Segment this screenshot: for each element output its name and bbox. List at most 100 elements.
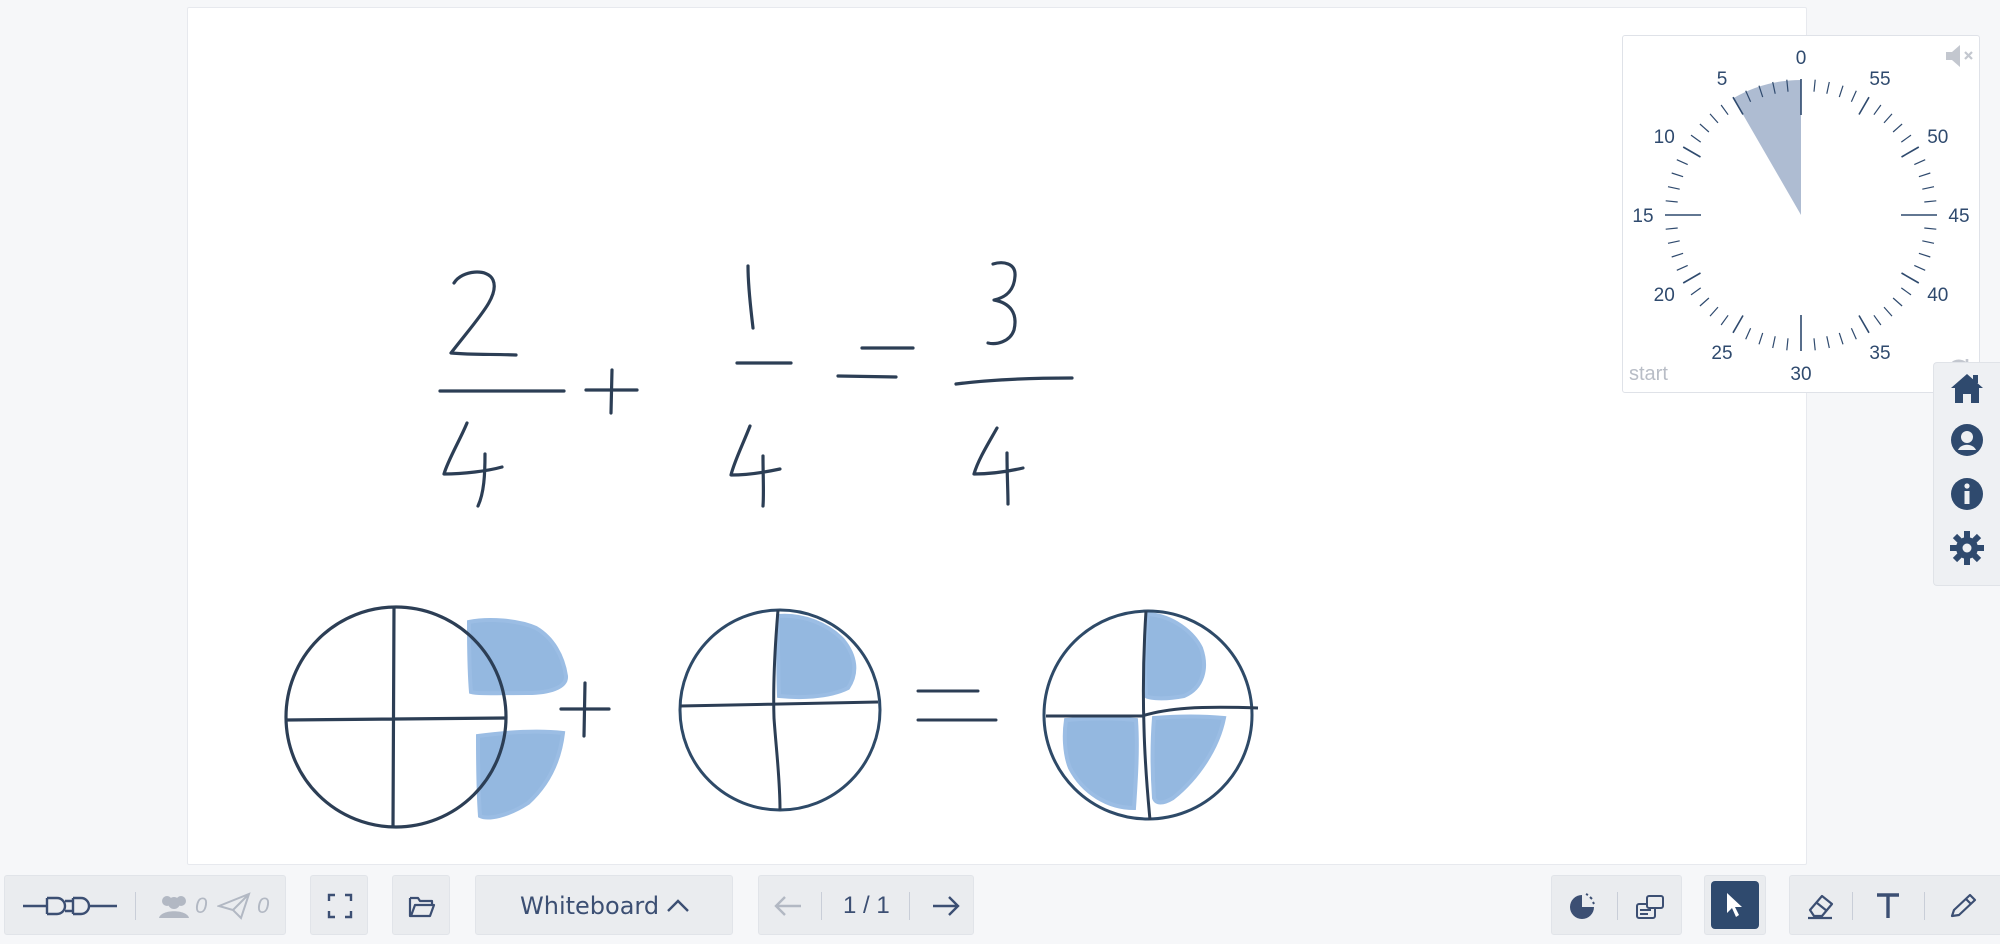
timer-tick [1914,159,1926,166]
circle-diagram-2 [678,608,882,812]
user-icon[interactable] [1948,421,1986,459]
cards-icon[interactable] [1634,891,1666,923]
timer-tick [1699,297,1710,307]
timer-start-button[interactable]: start [1629,363,1668,386]
timer-tick [1682,272,1701,284]
whiteboard-canvas[interactable]: 0 55 50 45 40 35 30 25 20 15 10 5 start [187,7,1980,865]
timer-tick [1858,96,1870,115]
timer-tick [1813,338,1816,351]
timer-tick [1892,123,1903,133]
timer-dial-label: 50 [1927,127,1948,148]
plus-sign-1 [584,368,639,415]
side-navigation [1933,362,2000,586]
timer-dial-label: 30 [1790,364,1811,385]
digit-4-b [729,424,782,508]
fullscreen-button[interactable] [310,875,368,935]
timer-dial[interactable]: 0 55 50 45 40 35 30 25 20 15 10 5 [1623,36,1981,394]
timer-tick [1924,227,1937,230]
timer-tick [1918,252,1931,258]
timer-icon[interactable] [1566,891,1598,923]
timer-tick [1699,123,1710,133]
timer-tick [1690,134,1702,143]
timer-tick [1813,79,1816,92]
messages-count: 0 [257,893,270,918]
timer-tick [1665,200,1678,203]
timer-set-sector [1733,80,1801,215]
timer-tick [1901,272,1920,284]
circle-diagram-1 [284,605,568,829]
timer-tick [1786,338,1789,351]
pen-icon[interactable] [1948,892,1978,920]
timer-tick [1850,90,1857,102]
timer-dial-label: 35 [1869,343,1890,364]
timer-tick [1682,146,1701,158]
timer-tick [1758,332,1764,345]
timer-tick [1892,297,1903,307]
timer-tick [1671,172,1684,178]
connection-group: 0 0 [4,875,286,935]
timer-tick [1918,172,1931,178]
timer-dial-label: 15 [1632,206,1653,227]
page-indicator: 1 / 1 [843,892,890,919]
timer-dial-label: 20 [1654,285,1675,306]
home-icon[interactable] [1948,369,1986,407]
folder-icon [408,896,436,918]
digit-3 [986,261,1017,346]
timer-dial-label: 45 [1948,206,1969,227]
timer-tick [1838,332,1844,345]
paper-plane-icon [217,892,251,920]
gear-icon[interactable] [1948,529,1986,567]
timer-tick [1826,81,1830,94]
timer-tick [1826,336,1830,349]
participants-icon [159,896,189,918]
timer-tick [1900,134,1912,143]
info-icon[interactable] [1948,475,1986,513]
timer-tick [1667,240,1680,244]
digit-2 [449,270,518,357]
bottom-toolbar: 0 0 Whiteboard 1 / 1 [0,875,2000,944]
timer-tick [1850,328,1857,340]
circle-diagram-3 [1042,609,1259,821]
timer-tick [1690,287,1702,296]
text-icon[interactable] [1874,892,1902,920]
arrow-right-icon[interactable] [931,894,961,918]
timer-tick [1883,306,1893,317]
eraser-icon[interactable] [1806,892,1836,920]
timer-tick [1772,336,1776,349]
timer-tick [1838,85,1844,98]
drawing-tools [1789,875,2000,935]
timer-tick [1858,315,1870,334]
equals-sign-1 [836,346,915,379]
timer-dial-label: 25 [1711,343,1732,364]
select-icon [1727,893,1742,917]
select-tool-button[interactable] [1711,881,1759,929]
equals-sign-2 [916,689,998,722]
handwriting-layer [284,261,1259,829]
fraction-bar-3 [954,376,1074,386]
timer-dial-label: 0 [1796,48,1807,69]
timer-tick [1665,227,1678,230]
timer-dial-label: 55 [1869,69,1890,90]
timer-tick [1922,240,1935,244]
timer-dial-label: 40 [1927,285,1948,306]
board-selector-label: Whiteboard [520,892,660,920]
speaker-muted-icon[interactable] [1943,42,1975,70]
digit-4-a [442,421,504,508]
timer-tick [1924,200,1937,203]
participants-count: 0 [195,893,208,918]
chevron-up-icon [667,899,689,912]
plug-icon[interactable] [21,890,119,922]
digit-4-c [972,426,1025,506]
timer-tick [1883,113,1893,124]
timer-dial-label: 5 [1717,69,1728,90]
plus-sign-2 [559,681,611,738]
open-folder-button[interactable] [392,875,450,935]
board-selector[interactable]: Whiteboard [475,875,733,935]
arrow-left-icon[interactable] [773,894,803,918]
timer-tick [1745,328,1752,340]
timer-tick [1732,315,1744,334]
timer-tick [1901,146,1920,158]
timer-tick [1676,264,1688,271]
countdown-timer[interactable]: 0 55 50 45 40 35 30 25 20 15 10 5 start [1622,35,1980,393]
timer-tick [1720,104,1729,116]
